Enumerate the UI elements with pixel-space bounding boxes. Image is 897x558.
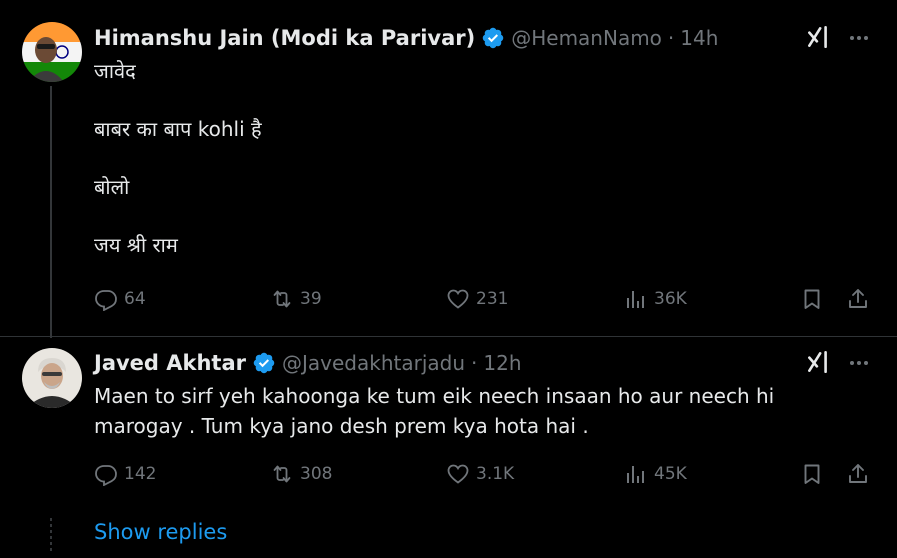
tweet-paragraph: जावेद xyxy=(94,59,136,83)
repost-count: 308 xyxy=(300,464,333,484)
action-bar: 64 39 231 36K xyxy=(94,281,873,317)
repost-button[interactable]: 308 xyxy=(270,456,332,492)
post-time[interactable]: 14h xyxy=(680,26,718,50)
tweet-paragraph: बोलो xyxy=(94,175,130,199)
tweet-text: जावेद बाबर का बाप kohli है बोलो जय श्री … xyxy=(94,56,827,288)
views-button[interactable]: 45K xyxy=(624,456,687,492)
grok-icon[interactable] xyxy=(805,349,831,375)
author-name[interactable]: Himanshu Jain (Modi ka Parivar) xyxy=(94,26,475,50)
verified-badge-icon[interactable] xyxy=(481,26,505,50)
repost-count: 39 xyxy=(300,289,322,309)
like-icon xyxy=(447,464,469,484)
views-count: 36K xyxy=(654,289,687,309)
tweet-paragraph: जय श्री राम xyxy=(94,233,178,257)
like-count: 231 xyxy=(476,289,509,309)
views-count: 45K xyxy=(654,464,687,484)
tweet-himanshu[interactable]: Himanshu Jain (Modi ka Parivar) @HemanNa… xyxy=(0,0,897,338)
bookmark-icon xyxy=(804,464,820,484)
author-handle[interactable]: @HemanNamo xyxy=(511,26,662,50)
author-handle[interactable]: @Javedakhtarjadu xyxy=(282,351,465,375)
share-button[interactable] xyxy=(846,281,876,317)
views-button[interactable]: 36K xyxy=(624,281,687,317)
share-button[interactable] xyxy=(846,456,876,492)
repost-button[interactable]: 39 xyxy=(270,281,322,317)
repost-icon xyxy=(273,290,291,308)
action-bar: 142 308 3.1K 45K xyxy=(94,456,873,492)
more-icon[interactable] xyxy=(847,26,871,50)
show-replies-link[interactable]: Show replies xyxy=(94,520,227,544)
bookmark-button[interactable] xyxy=(800,456,830,492)
tweet-paragraph: Maen to sirf yeh kahoonga ke tum eik nee… xyxy=(94,384,775,438)
like-icon xyxy=(447,289,469,309)
like-button[interactable]: 3.1K xyxy=(446,456,514,492)
reply-button[interactable]: 64 xyxy=(94,281,146,317)
reply-button[interactable]: 142 xyxy=(94,456,156,492)
reply-count: 64 xyxy=(124,289,146,309)
bookmark-button[interactable] xyxy=(800,281,830,317)
thread-dotted-line xyxy=(50,518,52,554)
tweet-paragraph: बाबर का बाप kohli है xyxy=(94,117,262,141)
grok-icon[interactable] xyxy=(805,24,831,50)
more-icon[interactable] xyxy=(847,351,871,375)
share-icon xyxy=(849,289,867,308)
tweet-text: Maen to sirf yeh kahoonga ke tum eik nee… xyxy=(94,381,807,441)
reply-count: 142 xyxy=(124,464,157,484)
share-icon xyxy=(849,464,867,483)
thread-line xyxy=(50,86,52,338)
author-name[interactable]: Javed Akhtar xyxy=(94,351,246,375)
views-icon xyxy=(627,466,644,483)
views-icon xyxy=(627,291,644,308)
tweet-javed[interactable]: Javed Akhtar @Javedakhtarjadu · 12h Maen… xyxy=(0,337,897,558)
avatar-javed[interactable] xyxy=(22,348,82,408)
separator-dot: · xyxy=(667,26,675,50)
repost-icon xyxy=(273,465,291,483)
bookmark-icon xyxy=(804,289,820,309)
reply-icon xyxy=(95,465,117,486)
reply-icon xyxy=(95,290,117,311)
like-count: 3.1K xyxy=(476,464,515,484)
avatar-himanshu[interactable] xyxy=(22,22,82,82)
verified-badge-icon[interactable] xyxy=(252,351,276,375)
post-time[interactable]: 12h xyxy=(483,351,521,375)
like-button[interactable]: 231 xyxy=(446,281,508,317)
separator-dot: · xyxy=(471,351,478,375)
